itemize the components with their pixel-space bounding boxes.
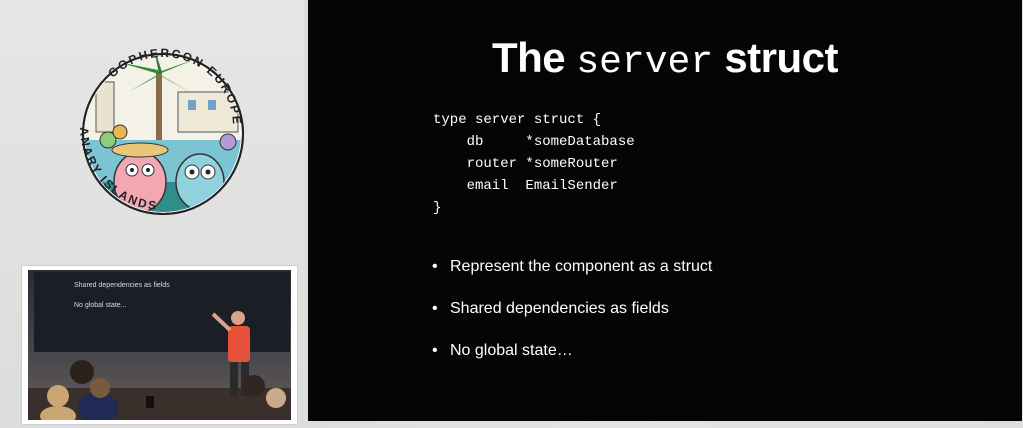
bullet-text: No global state…	[450, 342, 573, 359]
bullet-text: Shared dependencies as fields	[450, 300, 669, 317]
bullet-item: • No global state…	[432, 342, 712, 384]
slide-title-code: server	[576, 41, 714, 84]
bullet-list: • Represent the component as a struct • Sh…	[432, 258, 712, 384]
speaker-video: Shared dependencies as fields No global …	[22, 266, 297, 424]
bullet-dot-icon: •	[432, 258, 438, 275]
speaker-figure	[28, 311, 291, 420]
bullet-item: • Represent the component as a struct	[432, 258, 712, 300]
slide-title-suffix: struct	[724, 34, 839, 81]
presentation-slide: The server struct type server struct { d…	[308, 0, 1022, 421]
video-frame: GOPHERCON EUROPE CANARY ISLANDS Shared d…	[0, 0, 1023, 428]
bullet-item: • Shared dependencies as fields	[432, 300, 712, 342]
slide-title-prefix: The	[491, 34, 566, 81]
sidebar-panel: GOPHERCON EUROPE CANARY ISLANDS Shared d…	[0, 0, 304, 428]
code-snippet: type server struct { db *someDatabase ro…	[433, 112, 635, 216]
bullet-dot-icon: •	[432, 300, 438, 317]
bullet-dot-icon: •	[432, 342, 438, 359]
slide-title: The server struct	[308, 34, 1022, 84]
gophercon-eu-logo: GOPHERCON EUROPE CANARY ISLANDS	[58, 22, 244, 215]
speaker-video-scene: Shared dependencies as fields No global …	[28, 270, 291, 420]
bullet-text: Represent the component as a struct	[450, 258, 713, 275]
